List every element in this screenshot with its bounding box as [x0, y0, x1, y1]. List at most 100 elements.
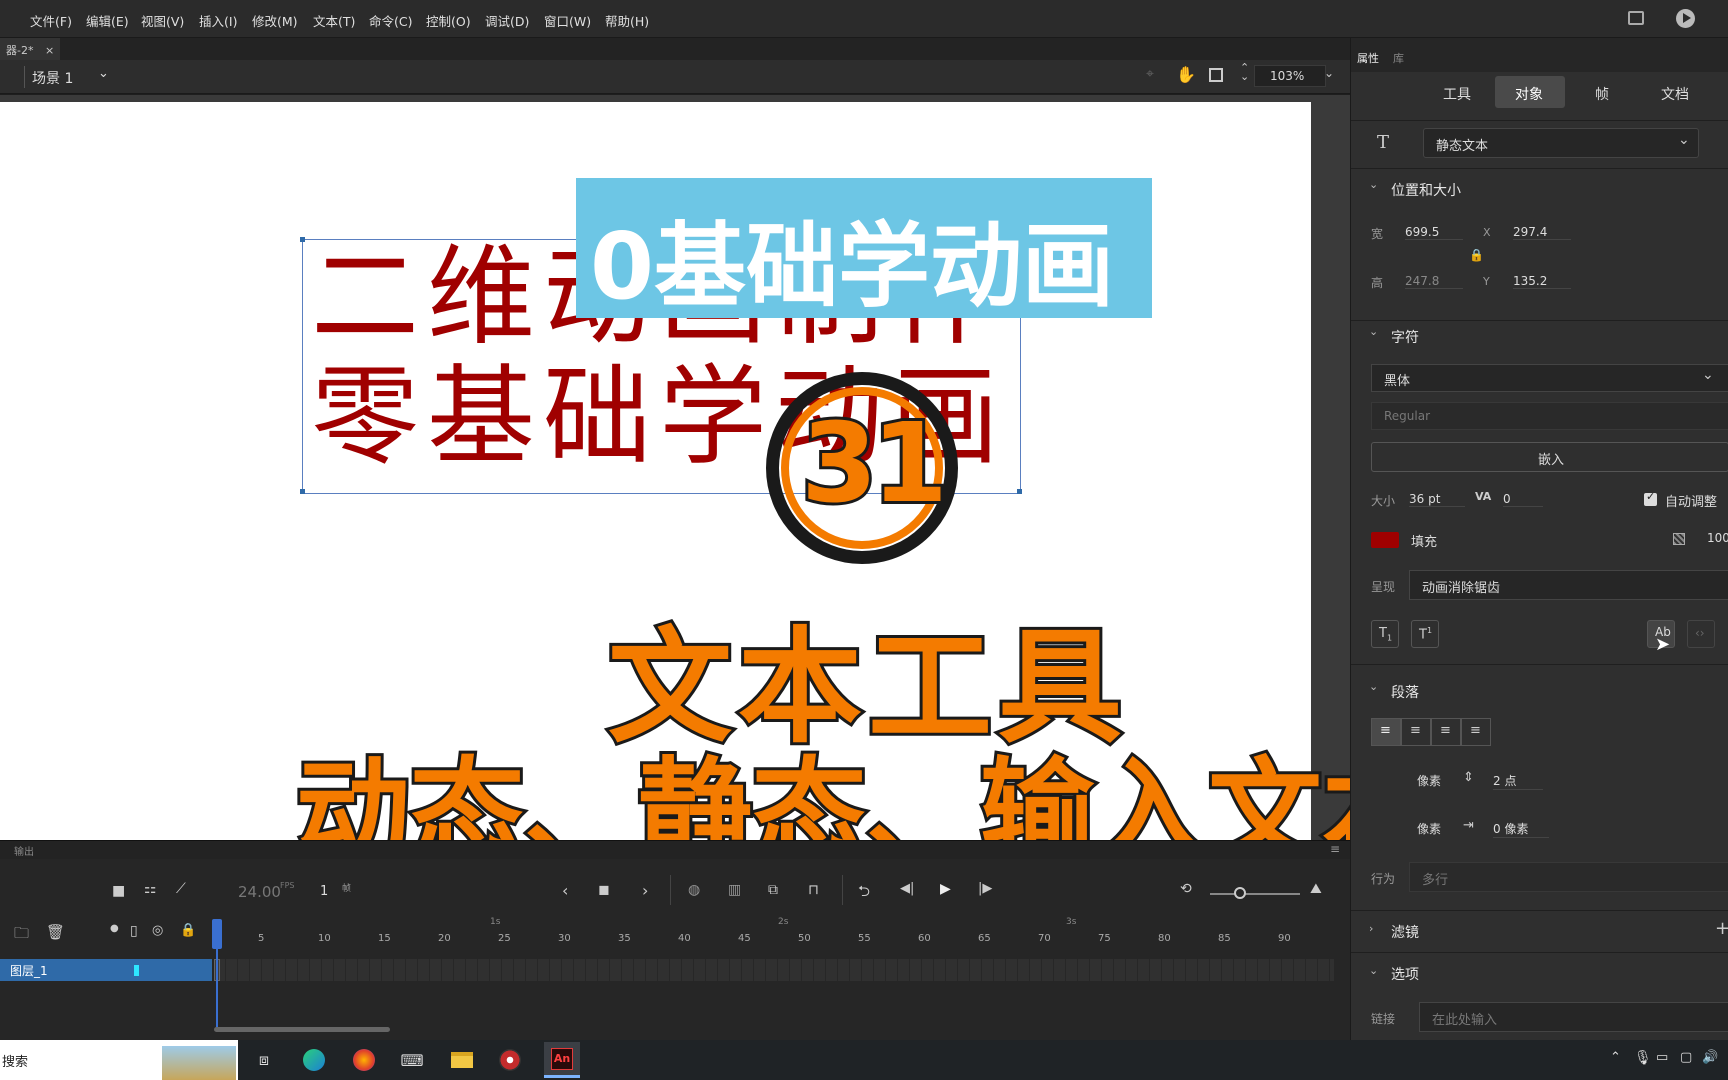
animate-app-icon[interactable]: An	[544, 1042, 580, 1078]
battery-icon[interactable]: ▭	[1656, 1050, 1668, 1065]
fit-stage-icon[interactable]	[1209, 68, 1223, 82]
play-icon[interactable]: ▶	[940, 881, 951, 897]
prev-keyframe-icon[interactable]: ‹	[562, 881, 568, 900]
behavior-select[interactable]: 多行	[1409, 862, 1728, 892]
tween-graph-icon[interactable]: ⟋	[176, 881, 186, 897]
superscript-button[interactable]: T1	[1411, 620, 1439, 648]
html-render-button[interactable]: ‹›	[1687, 620, 1715, 648]
lock-icon[interactable]: 🔒	[1469, 248, 1484, 262]
chevron-down-icon[interactable]: ⌄	[1324, 66, 1334, 80]
line-spacing-field[interactable]: 2 点	[1493, 772, 1543, 790]
tab-output[interactable]: 输出	[14, 843, 34, 858]
layer-row[interactable]: 图层_1	[0, 959, 212, 981]
menu-help[interactable]: 帮助(H)	[605, 11, 649, 30]
tab-library[interactable]: 库	[1393, 50, 1404, 66]
tracking-field[interactable]: 0	[1503, 492, 1543, 507]
chevron-down-icon[interactable]: ⌄	[1369, 680, 1378, 693]
section-filters[interactable]: 滤镜	[1391, 922, 1419, 942]
tab-document[interactable]: 文档	[1661, 84, 1689, 104]
folder-icon[interactable]: 🗀	[14, 923, 29, 948]
align-center-button[interactable]: ≡	[1401, 718, 1431, 746]
insert-keyframe-icon[interactable]: ◼	[598, 882, 610, 898]
width-field[interactable]: 699.5	[1405, 225, 1463, 240]
step-back-icon[interactable]: ◀|	[900, 881, 914, 896]
outline-icon[interactable]: ▯	[130, 923, 138, 939]
timeline-zoom-slider[interactable]	[1210, 887, 1300, 899]
link-input[interactable]: 在此处输入	[1419, 1002, 1728, 1032]
mountain-icon[interactable]: ⛰	[1310, 881, 1322, 897]
document-tab[interactable]: 器-2* ×	[0, 38, 61, 60]
subscript-button[interactable]: T1	[1371, 620, 1399, 648]
align-left-button[interactable]: ≡	[1371, 718, 1401, 746]
text-type-select[interactable]: 静态文本 ⌄	[1423, 128, 1699, 158]
microphone-icon[interactable]: 🎙	[1634, 1050, 1652, 1066]
selection-handle[interactable]	[1017, 489, 1022, 494]
section-character[interactable]: 字符	[1391, 327, 1419, 347]
fps-value[interactable]: 24.00	[238, 883, 281, 901]
left-margin-field[interactable]: 像素	[1417, 820, 1441, 837]
menu-insert[interactable]: 插入(I)	[199, 11, 237, 30]
firefox-icon[interactable]	[348, 1046, 380, 1074]
menu-window[interactable]: 窗口(W)	[544, 11, 591, 30]
selection-handle[interactable]	[300, 237, 305, 242]
tab-properties[interactable]: 属性	[1357, 50, 1379, 66]
chevron-down-icon[interactable]: ⌄	[98, 66, 109, 81]
next-keyframe-icon[interactable]: ›	[642, 881, 648, 900]
chevron-down-icon[interactable]: ⌄	[1369, 178, 1378, 191]
align-right-button[interactable]: ≡	[1431, 718, 1461, 746]
menu-edit[interactable]: 编辑(E)	[86, 11, 129, 30]
scene-label[interactable]: 场景 1	[32, 68, 73, 88]
zoom-stepper-icon[interactable]: ⌃ ⌄	[1240, 62, 1249, 82]
workspace-icon[interactable]	[1628, 11, 1644, 25]
keyboard-icon[interactable]: ⌨	[396, 1046, 428, 1074]
font-style-select[interactable]: Regular	[1371, 402, 1728, 430]
add-filter-icon[interactable]: +	[1715, 918, 1728, 939]
onion-outline-icon[interactable]: ▥	[728, 882, 741, 898]
camera-icon[interactable]: ■	[112, 883, 125, 899]
menu-file[interactable]: 文件(F)	[30, 11, 72, 30]
loop-icon[interactable]: ⮌	[858, 881, 870, 906]
zoom-field[interactable]: 103%	[1254, 65, 1326, 87]
menu-modify[interactable]: 修改(M)	[252, 11, 298, 30]
modify-markers-icon[interactable]: ⊓	[808, 882, 819, 898]
selection-handle[interactable]	[300, 489, 305, 494]
frame-value[interactable]: 1	[320, 884, 328, 899]
file-explorer-icon[interactable]	[446, 1046, 478, 1074]
menu-commands[interactable]: 命令(C)	[369, 11, 412, 30]
undo-view-icon[interactable]: ⟲	[1180, 881, 1192, 897]
layer-name[interactable]: 图层_1	[10, 962, 48, 979]
alpha-field[interactable]: 100	[1707, 531, 1728, 545]
tab-tool[interactable]: 工具	[1443, 84, 1471, 104]
playhead-handle[interactable]	[212, 919, 222, 949]
search-box[interactable]: 搜索	[0, 1040, 238, 1080]
network-icon[interactable]: ▢	[1680, 1050, 1692, 1065]
layer-depth-icon[interactable]: ⚏	[144, 881, 157, 897]
panel-menu-icon[interactable]: ≡	[1330, 842, 1340, 856]
horizontal-scrollbar[interactable]	[214, 1027, 390, 1032]
frame-track[interactable]	[214, 959, 1334, 981]
lock-icon[interactable]: 🔒	[180, 923, 196, 938]
frame-ruler[interactable]: 5 10 15 20 25 30 35 40 45 50 55 60 65 70 75 80 85 90	[214, 917, 1334, 947]
y-field[interactable]: 135.2	[1513, 274, 1571, 289]
edge-icon[interactable]	[298, 1046, 330, 1074]
layer-color-swatch[interactable]	[134, 965, 139, 976]
menu-control[interactable]: 控制(O)	[426, 11, 471, 30]
edit-multiple-frames-icon[interactable]: ⧉	[768, 882, 778, 898]
onion-skin-icon[interactable]: ◍	[688, 882, 700, 898]
chevron-right-icon[interactable]: ›	[1369, 922, 1373, 935]
chevron-down-icon[interactable]: ⌄	[1369, 325, 1378, 338]
task-view-icon[interactable]: ⧈	[248, 1046, 280, 1074]
app-icon[interactable]	[494, 1046, 526, 1074]
test-movie-icon[interactable]	[1676, 9, 1695, 28]
tab-object[interactable]: 对象	[1495, 76, 1565, 108]
hide-icon[interactable]: ◎	[152, 923, 163, 938]
menu-view[interactable]: 视图(V)	[141, 11, 184, 30]
close-icon[interactable]: ×	[45, 44, 54, 57]
menu-debug[interactable]: 调试(D)	[485, 11, 529, 30]
right-margin-field[interactable]: 0 像素	[1493, 820, 1549, 838]
snap-icon[interactable]: ⌖	[1146, 66, 1154, 82]
size-field[interactable]: 36 pt	[1409, 492, 1465, 507]
auto-kern-checkbox[interactable]: ✓	[1644, 490, 1657, 506]
section-options[interactable]: 选项	[1391, 964, 1419, 984]
section-paragraph[interactable]: 段落	[1391, 682, 1419, 702]
